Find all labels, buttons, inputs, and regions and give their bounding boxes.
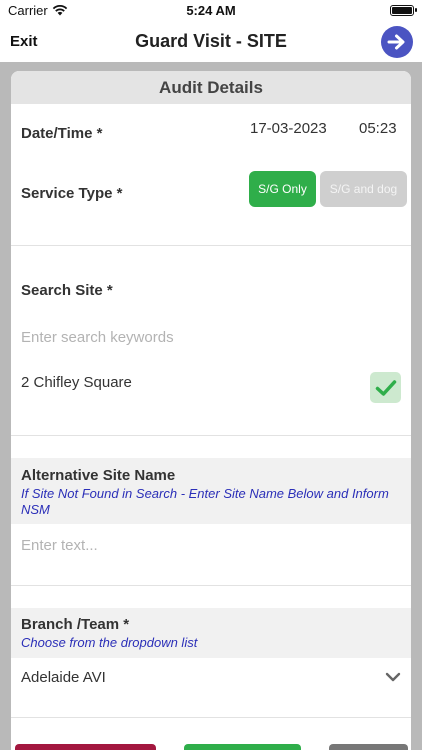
date-time-label: Date/Time * (21, 125, 103, 142)
branch-team-label: Branch /Team * (21, 616, 130, 633)
navigation-bar: Exit Guard Visit - SITE (0, 22, 422, 62)
section-divider (11, 435, 411, 436)
time-value[interactable]: 05:23 (359, 120, 397, 137)
status-time: 5:24 AM (186, 3, 236, 18)
arrow-right-icon (387, 34, 405, 50)
search-site-input[interactable]: Enter search keywords (21, 329, 174, 346)
section-divider (11, 585, 411, 586)
chevron-down-icon[interactable] (385, 671, 401, 683)
alternative-site-input[interactable]: Enter text... (21, 537, 98, 554)
secondary-button[interactable] (329, 744, 408, 750)
audit-details-card: Audit Details Date/Time * 17-03-2023 05:… (11, 71, 411, 750)
save-button[interactable] (184, 744, 301, 750)
site-result-item[interactable]: 2 Chifley Square (21, 374, 132, 391)
branch-team-select[interactable]: Adelaide AVI (21, 669, 106, 686)
card-header: Audit Details (11, 71, 411, 104)
site-selected-checkbox[interactable] (370, 372, 401, 403)
battery-icon (390, 5, 417, 16)
page-title: Guard Visit - SITE (135, 31, 287, 51)
service-type-label: Service Type * (21, 185, 123, 202)
alternative-site-hint: If Site Not Found in Search - Enter Site… (21, 486, 389, 517)
service-option-sg-only[interactable]: S/G Only (249, 171, 316, 207)
branch-team-hint: Choose from the dropdown list (21, 635, 198, 650)
date-value[interactable]: 17-03-2023 (250, 120, 327, 137)
status-bar: Carrier 5:24 AM (0, 0, 422, 22)
search-site-label: Search Site * (21, 282, 113, 299)
section-divider (11, 245, 411, 246)
section-divider (11, 717, 411, 718)
cancel-button[interactable] (15, 744, 156, 750)
service-option-sg-and-dog[interactable]: S/G and dog (320, 171, 407, 207)
next-button[interactable] (381, 26, 413, 58)
alternative-site-label: Alternative Site Name (21, 467, 176, 484)
checkmark-icon (375, 379, 396, 396)
